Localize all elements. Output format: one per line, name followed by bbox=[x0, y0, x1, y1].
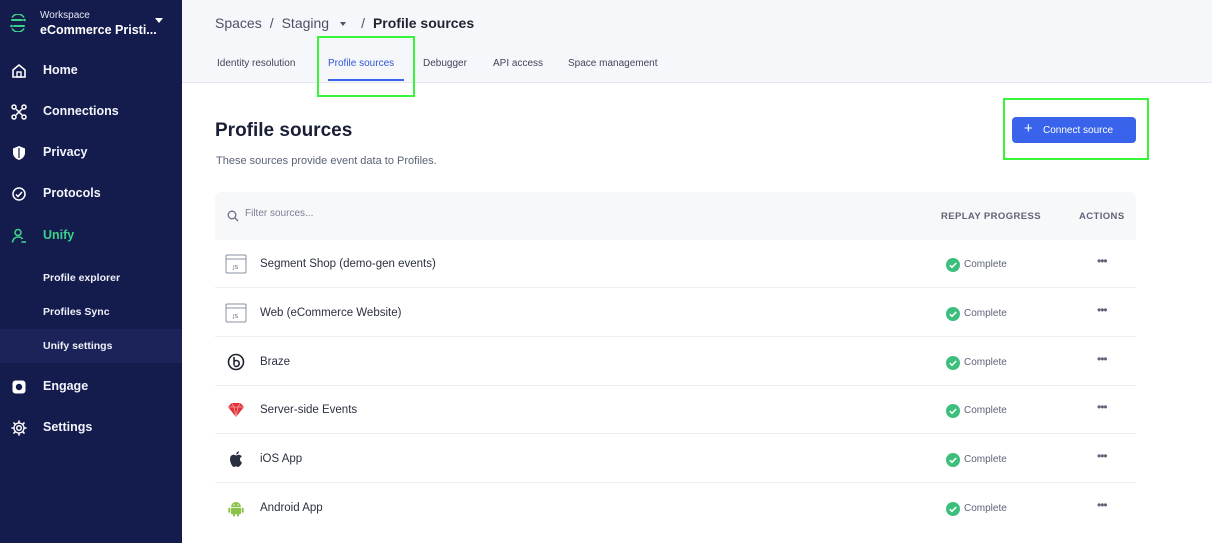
breadcrumb-current: Profile sources bbox=[372, 15, 475, 31]
sidebar-item-label: Settings bbox=[43, 420, 93, 434]
status-text: Complete bbox=[964, 454, 1007, 465]
breadcrumb-separator: / bbox=[269, 15, 274, 31]
ruby-icon bbox=[228, 402, 244, 418]
android-icon bbox=[228, 502, 244, 517]
status-text: Complete bbox=[964, 405, 1007, 416]
sidebar-subitem-unify-settings[interactable]: Unify settings bbox=[0, 329, 182, 363]
javascript-source-icon: JS bbox=[225, 254, 247, 274]
braze-icon bbox=[227, 353, 245, 371]
svg-text:JS: JS bbox=[232, 265, 239, 271]
home-icon bbox=[12, 63, 26, 78]
svg-text:JS: JS bbox=[232, 314, 239, 320]
connections-icon bbox=[11, 104, 27, 120]
more-actions-button[interactable]: ••• bbox=[1097, 352, 1108, 366]
apple-icon bbox=[230, 451, 242, 467]
table-row[interactable]: Android App Complete ••• bbox=[215, 484, 1136, 532]
status-text: Complete bbox=[964, 357, 1007, 368]
protocols-icon bbox=[12, 187, 26, 201]
highlight-box bbox=[317, 36, 415, 97]
engage-icon bbox=[12, 380, 26, 394]
more-actions-button[interactable]: ••• bbox=[1097, 449, 1108, 463]
page-subtitle: These sources provide event data to Prof… bbox=[216, 155, 437, 167]
source-name[interactable]: Web (eCommerce Website) bbox=[260, 307, 401, 319]
sidebar: Workspace eCommerce Pristi... Home Conne… bbox=[0, 0, 182, 543]
breadcrumb-spaces[interactable]: Spaces bbox=[215, 15, 262, 31]
source-name[interactable]: Braze bbox=[260, 356, 290, 368]
source-name[interactable]: Segment Shop (demo-gen events) bbox=[260, 258, 436, 270]
check-circle-icon bbox=[946, 307, 960, 321]
table-row[interactable]: Server-side Events Complete ••• bbox=[215, 386, 1136, 434]
segment-logo-icon bbox=[10, 14, 26, 32]
sidebar-item-label: Connections bbox=[43, 104, 119, 118]
column-header-replay-progress: REPLAY PROGRESS bbox=[941, 211, 1041, 222]
sidebar-item-connections[interactable]: Connections bbox=[0, 94, 182, 130]
status-text: Complete bbox=[964, 308, 1007, 319]
unify-icon bbox=[11, 228, 26, 243]
workspace-name: eCommerce Pristi... bbox=[40, 23, 157, 37]
more-actions-button[interactable]: ••• bbox=[1097, 254, 1108, 268]
caret-down-icon[interactable] bbox=[340, 22, 347, 27]
table-row[interactable]: JS Segment Shop (demo-gen events) Comple… bbox=[215, 240, 1136, 288]
table-header: REPLAY PROGRESS ACTIONS bbox=[215, 192, 1136, 240]
shield-icon bbox=[13, 146, 25, 160]
gear-icon bbox=[11, 420, 27, 436]
breadcrumb-separator: / bbox=[361, 15, 365, 31]
highlight-box bbox=[1003, 98, 1149, 160]
page-title: Profile sources bbox=[215, 120, 353, 141]
table-row[interactable]: Braze Complete ••• bbox=[215, 338, 1136, 386]
check-circle-icon bbox=[946, 356, 960, 370]
breadcrumb-space[interactable]: Staging bbox=[282, 15, 329, 31]
sidebar-subitem-label: Unify settings bbox=[43, 340, 113, 352]
more-actions-button[interactable]: ••• bbox=[1097, 498, 1108, 512]
check-circle-icon bbox=[946, 453, 960, 467]
source-name[interactable]: Server-side Events bbox=[260, 404, 357, 416]
sources-table: REPLAY PROGRESS ACTIONS JS Segment Shop … bbox=[215, 192, 1136, 543]
more-actions-button[interactable]: ••• bbox=[1097, 400, 1108, 414]
sidebar-item-protocols[interactable]: Protocols bbox=[0, 176, 182, 212]
sidebar-item-label: Protocols bbox=[43, 186, 101, 200]
column-header-actions: ACTIONS bbox=[1079, 211, 1125, 222]
source-name[interactable]: iOS App bbox=[260, 453, 302, 465]
check-circle-icon bbox=[946, 502, 960, 516]
check-circle-icon bbox=[946, 404, 960, 418]
sidebar-item-settings[interactable]: Settings bbox=[0, 410, 182, 446]
table-row[interactable]: JS Web (eCommerce Website) Complete ••• bbox=[215, 289, 1136, 337]
sidebar-item-label: Unify bbox=[43, 228, 75, 242]
sidebar-item-label: Engage bbox=[43, 379, 89, 393]
table-row[interactable]: iOS App Complete ••• bbox=[215, 435, 1136, 483]
breadcrumb: Spaces / Staging / Profile sources bbox=[215, 15, 474, 31]
more-actions-button[interactable]: ••• bbox=[1097, 303, 1108, 317]
tab-space-management[interactable]: Space management bbox=[568, 58, 658, 69]
sidebar-item-privacy[interactable]: Privacy bbox=[0, 135, 182, 171]
sidebar-subitem-label: Profile explorer bbox=[43, 272, 121, 284]
sidebar-item-engage[interactable]: Engage bbox=[0, 369, 182, 405]
workspace-label: Workspace bbox=[40, 10, 90, 21]
tab-identity-resolution[interactable]: Identity resolution bbox=[217, 58, 295, 69]
check-circle-icon bbox=[946, 258, 960, 272]
status-text: Complete bbox=[964, 259, 1007, 270]
sidebar-subitem-profiles-sync[interactable]: Profiles Sync bbox=[0, 295, 182, 329]
filter-sources-input[interactable] bbox=[245, 208, 545, 219]
tab-debugger[interactable]: Debugger bbox=[423, 58, 467, 69]
javascript-source-icon: JS bbox=[225, 303, 247, 323]
status-text: Complete bbox=[964, 503, 1007, 514]
sidebar-item-unify[interactable]: Unify bbox=[0, 218, 182, 254]
sidebar-subitem-label: Profiles Sync bbox=[43, 306, 110, 318]
caret-down-icon bbox=[155, 18, 163, 23]
search-icon bbox=[227, 210, 239, 222]
sidebar-subitem-profile-explorer[interactable]: Profile explorer bbox=[0, 261, 182, 295]
source-name[interactable]: Android App bbox=[260, 502, 323, 514]
workspace-switcher[interactable]: Workspace eCommerce Pristi... bbox=[0, 0, 182, 48]
sidebar-item-home[interactable]: Home bbox=[0, 53, 182, 89]
sidebar-item-label: Home bbox=[43, 63, 78, 77]
sidebar-item-label: Privacy bbox=[43, 145, 88, 159]
tab-api-access[interactable]: API access bbox=[493, 58, 543, 69]
